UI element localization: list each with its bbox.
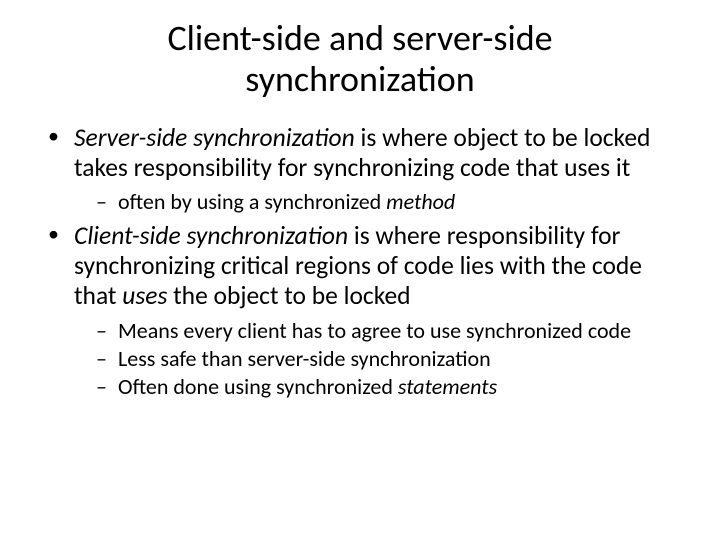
list-item: Means every client has to agree to use s… [96,318,690,344]
sub-list: Means every client has to agree to use s… [74,318,690,401]
list-item: Often done using synchronized statements [96,374,690,400]
term-emphasis: Client-side synchronization [74,220,348,251]
term-emphasis: uses [122,280,167,311]
sub-list: often by using a synchronized method [74,189,690,215]
term-emphasis: statements [398,373,497,400]
list-item: Server-side synchronization is where obj… [48,123,690,216]
slide-title: Client-side and server-side synchronizat… [30,18,690,101]
sub-text: Often done using synchronized [118,373,398,400]
list-item: Less safe than server-side synchronizati… [96,346,690,372]
bullet-text: the object to be locked [167,280,410,311]
term-emphasis: Server-side synchronization [74,122,355,153]
list-item: Client-side synchronization is where res… [48,221,690,400]
sub-text: Means every client has to agree to use s… [118,317,631,344]
bullet-list: Server-side synchronization is where obj… [30,123,690,401]
sub-text: often by using a synchronized [118,188,386,215]
term-emphasis: method [386,188,455,215]
list-item: often by using a synchronized method [96,189,690,215]
sub-text: Less safe than server-side synchronizati… [118,345,491,372]
